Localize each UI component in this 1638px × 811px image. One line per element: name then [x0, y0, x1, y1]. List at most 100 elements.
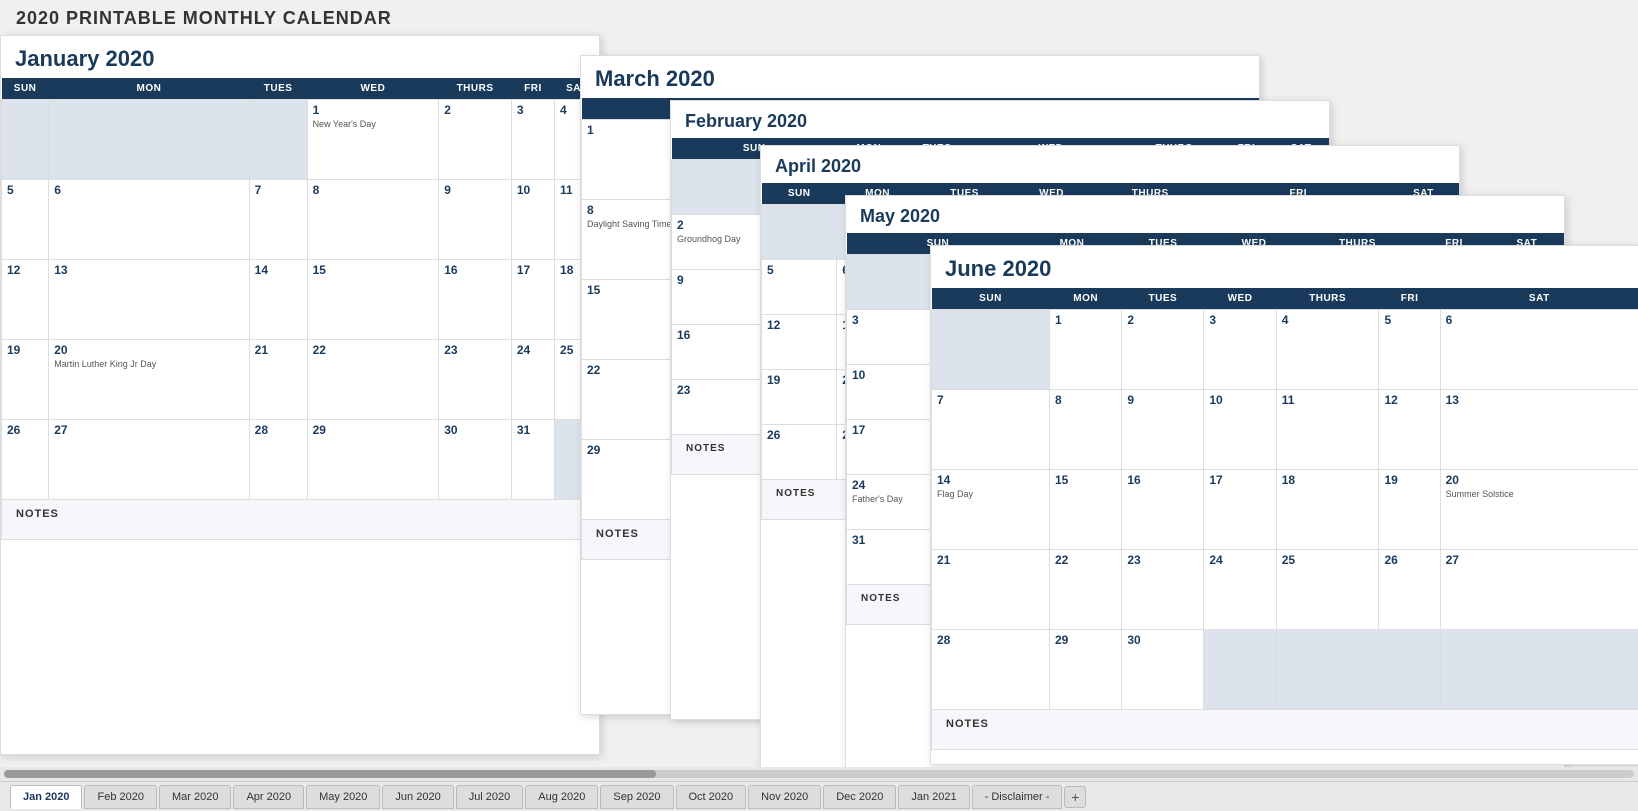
tab-dec-2020[interactable]: Dec 2020 [823, 785, 896, 809]
table-row [932, 310, 1050, 390]
tab-mar-2020[interactable]: Mar 2020 [159, 785, 231, 809]
tab-aug-2020[interactable]: Aug 2020 [525, 785, 598, 809]
tab-oct-2020[interactable]: Oct 2020 [676, 785, 747, 809]
table-row: 1 [1049, 310, 1121, 390]
table-row: 13 [1440, 390, 1638, 470]
tab-bar: Jan 2020 Feb 2020 Mar 2020 Apr 2020 May … [0, 781, 1638, 811]
table-row: 28 [932, 630, 1050, 710]
table-row: 24 [511, 340, 554, 420]
table-row: 5 [1379, 310, 1440, 390]
tab-nov-2020[interactable]: Nov 2020 [748, 785, 821, 809]
table-row: 6 [1440, 310, 1638, 390]
march-title: March 2020 [581, 56, 1259, 98]
jun-col-sat: SAT [1440, 288, 1638, 310]
tab-apr-2020[interactable]: Apr 2020 [233, 785, 304, 809]
notes-label: NOTES [932, 710, 1638, 750]
tab-add-button[interactable]: + [1064, 786, 1086, 808]
tab-may-2020[interactable]: May 2020 [306, 785, 380, 809]
table-row: 7 8 9 10 11 12 13 [932, 390, 1638, 470]
table-row: 31 [511, 420, 554, 500]
table-row: 6 [49, 180, 249, 260]
table-row: 15 [307, 260, 439, 340]
table-row: 26 [762, 425, 837, 480]
table-row [249, 100, 307, 180]
june-title: June 2020 [931, 246, 1638, 288]
notes-label: NOTES [2, 500, 599, 540]
table-row: 7 [932, 390, 1050, 470]
table-row: 18 [1276, 470, 1379, 550]
tab-feb-2020[interactable]: Feb 2020 [84, 785, 156, 809]
tab-jul-2020[interactable]: Jul 2020 [456, 785, 524, 809]
tab-disclaimer[interactable]: - Disclaimer - [972, 785, 1063, 809]
table-row: 8 [1049, 390, 1121, 470]
table-row: 29 [1049, 630, 1121, 710]
table-row: 20Martin Luther King Jr Day [49, 340, 249, 420]
may-title: May 2020 [846, 196, 1564, 233]
table-row [1276, 630, 1379, 710]
table-row: 17 [1204, 470, 1276, 550]
jan-col-wed: WED [307, 78, 439, 100]
table-row: 26 [1379, 550, 1440, 630]
table-row: 21 [249, 340, 307, 420]
table-row: 5 [762, 260, 837, 315]
tab-jan-2020[interactable]: Jan 2020 [10, 785, 82, 809]
january-title: January 2020 [1, 36, 599, 78]
table-row: 8 [307, 180, 439, 260]
scrollbar-area[interactable] [0, 767, 1638, 781]
table-row: 5 6 7 8 9 10 11 [2, 180, 599, 260]
table-row: 23 [439, 340, 512, 420]
table-row: 19 [762, 370, 837, 425]
table-row: 16 [1122, 470, 1204, 550]
table-row: 27 [1440, 550, 1638, 630]
table-row: 4 [1276, 310, 1379, 390]
table-row: 29 [307, 420, 439, 500]
table-row [49, 100, 249, 180]
tab-jan-2021[interactable]: Jan 2021 [898, 785, 969, 809]
table-row: 30 [1122, 630, 1204, 710]
table-row [2, 100, 49, 180]
february-title: February 2020 [671, 101, 1329, 138]
scrollbar-thumb[interactable] [4, 770, 656, 778]
january-grid: SUN MON TUES WED THURS FRI SAT 1New Y [1, 78, 599, 540]
table-row: 19 [2, 340, 49, 420]
table-row: 11 [1276, 390, 1379, 470]
jun-col-mon: MON [1049, 288, 1121, 310]
table-row: 1 2 3 4 5 6 [932, 310, 1638, 390]
table-row: 9 [439, 180, 512, 260]
table-row: 26 [2, 420, 49, 500]
jun-col-thurs: THURS [1276, 288, 1379, 310]
table-row: 24 [1204, 550, 1276, 630]
jun-col-tues: TUES [1122, 288, 1204, 310]
table-row: 3 [511, 100, 554, 180]
tab-jun-2020[interactable]: Jun 2020 [382, 785, 453, 809]
table-row: 5 [2, 180, 49, 260]
table-row: 3 [1204, 310, 1276, 390]
table-row: 17 [511, 260, 554, 340]
table-row: 9 [1122, 390, 1204, 470]
page-title: 2020 PRINTABLE MONTHLY CALENDAR [16, 8, 392, 29]
jun-col-wed: WED [1204, 288, 1276, 310]
table-row: 23 [1122, 550, 1204, 630]
april-title: April 2020 [761, 146, 1459, 183]
table-row: 14Flag Day [932, 470, 1050, 550]
table-row: 12 13 14 15 16 17 18 [2, 260, 599, 340]
tab-sep-2020[interactable]: Sep 2020 [600, 785, 673, 809]
jun-col-fri: FRI [1379, 288, 1440, 310]
june-grid: SUN MON TUES WED THURS FRI SAT 1 2 3 [931, 288, 1638, 750]
table-row: 10 [1204, 390, 1276, 470]
table-row: 21 22 23 24 25 26 27 [932, 550, 1638, 630]
table-row: 13 [49, 260, 249, 340]
table-row: 16 [439, 260, 512, 340]
table-row: 22 [307, 340, 439, 420]
table-row: 28 [249, 420, 307, 500]
notes-row: NOTES [932, 710, 1638, 750]
table-row: 25 [1276, 550, 1379, 630]
notes-row: NOTES [2, 500, 599, 540]
scrollbar-track[interactable] [4, 770, 1634, 778]
jun-col-sun: SUN [932, 288, 1050, 310]
table-row [1379, 630, 1440, 710]
table-row: 1New Year's Day 2 3 4 [2, 100, 599, 180]
jan-col-mon: MON [49, 78, 249, 100]
table-row: 14 [249, 260, 307, 340]
table-row: 30 [439, 420, 512, 500]
